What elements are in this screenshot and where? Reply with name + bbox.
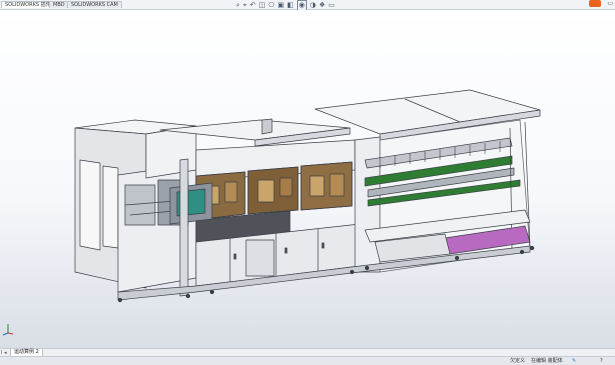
solidworks-logo-icon (589, 0, 601, 7)
reference-triad-icon (2, 324, 14, 336)
tab-mbd[interactable]: MBD (49, 1, 69, 8)
view-orientation-icon[interactable]: ▣ (278, 1, 285, 10)
view-settings-icon[interactable]: ▭ (328, 1, 335, 10)
tab-solidworks-cam[interactable]: SOLIDWORKS CAM (67, 1, 122, 8)
edit-appearance-icon[interactable]: ◑ (310, 1, 316, 10)
heads-up-view-toolbar: ⌕ ⌖ ↶ ◫ ⎔ ▣ ◧ ◉ ◑ ❖ ▭ (236, 0, 335, 11)
section-view-icon[interactable]: ◫ (259, 1, 266, 10)
window-controls-icon[interactable]: ▭ (607, 0, 613, 7)
dynamic-annotation-icon[interactable]: ⎔ (268, 1, 274, 10)
apply-scene-icon[interactable]: ❖ (319, 1, 325, 10)
display-style-icon[interactable]: ◧ (287, 1, 294, 10)
graphics-area[interactable] (0, 10, 615, 348)
zoom-to-fit-icon[interactable]: ⌕ (236, 1, 240, 10)
hide-show-icon[interactable]: ◉ (296, 0, 307, 11)
assembly-model[interactable] (0, 10, 615, 348)
previous-view-icon[interactable]: ↶ (250, 1, 256, 10)
tab-solidworks-addins[interactable]: SOLIDWORKS 插件 (1, 1, 55, 8)
zoom-area-icon[interactable]: ⌖ (243, 1, 247, 10)
